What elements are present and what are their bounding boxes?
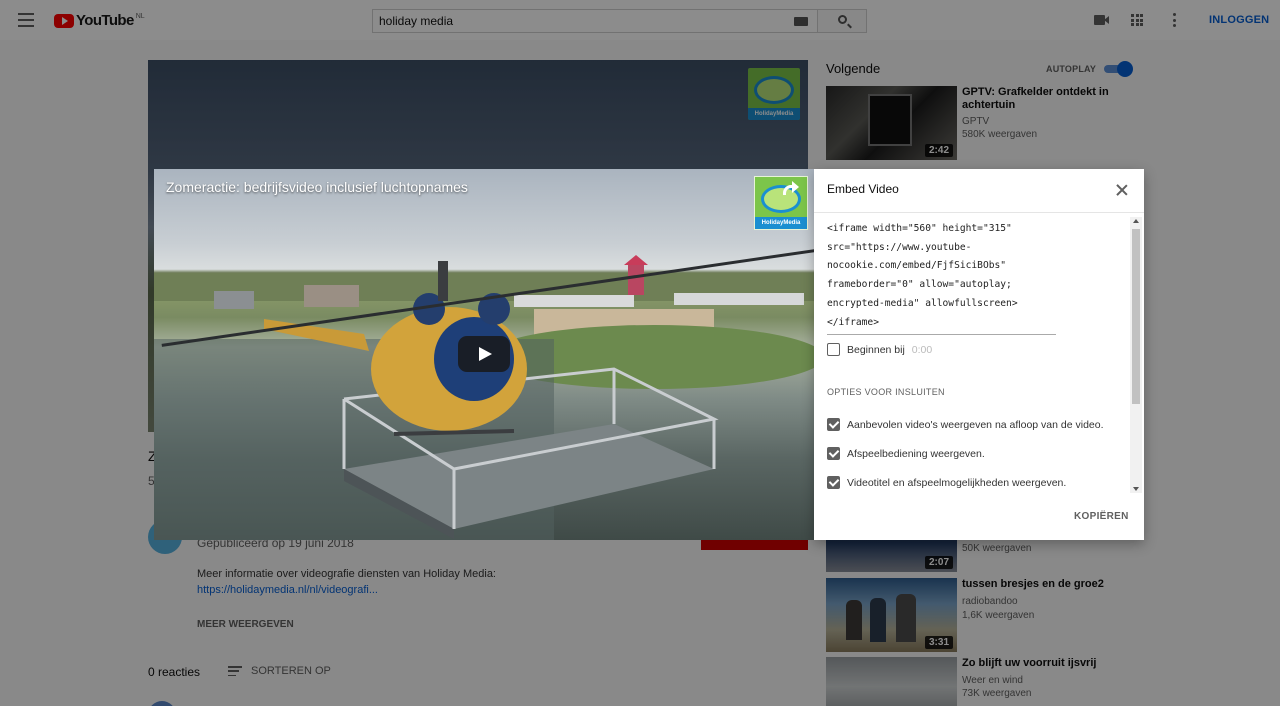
video-title-checkbox[interactable]: [827, 476, 840, 489]
embed-code-textarea[interactable]: <iframe width="560" height="315" src="ht…: [827, 220, 1056, 336]
start-at-time-input[interactable]: 0:00: [912, 344, 932, 356]
dialog-scrollbar[interactable]: [1130, 217, 1142, 493]
start-at-label: Beginnen bij: [847, 343, 905, 356]
start-at-checkbox[interactable]: [827, 343, 840, 356]
holiday-media-watermark-logo: HolidayMedia: [754, 176, 808, 230]
embed-option-video-title[interactable]: Videotitel en afspeelmogelijkheden weerg…: [827, 476, 1066, 489]
scrollbar-thumb[interactable]: [1132, 229, 1140, 404]
close-icon[interactable]: [1116, 184, 1128, 196]
dialog-title: Embed Video: [827, 182, 899, 196]
embed-option-player-controls[interactable]: Afspeelbediening weergeven.: [827, 447, 985, 460]
suggested-videos-checkbox[interactable]: [827, 418, 840, 431]
scroll-up-arrow-icon[interactable]: [1133, 219, 1139, 223]
start-at-option[interactable]: Beginnen bij 0:00: [827, 343, 932, 356]
embed-option-suggested-videos[interactable]: Aanbevolen video's weergeven na afloop v…: [827, 418, 1104, 431]
preview-video-title[interactable]: Zomeractie: bedrijfsvideo inclusief luch…: [166, 179, 468, 195]
option-label: Aanbevolen video's weergeven na afloop v…: [847, 418, 1104, 431]
option-label: Videotitel en afspeelmogelijkheden weerg…: [847, 476, 1067, 489]
dialog-body: <iframe width="560" height="315" src="ht…: [814, 213, 1144, 495]
embed-video-dialog: Embed Video <iframe width="560" height="…: [814, 169, 1144, 540]
option-label: Afspeelbediening weergeven.: [847, 447, 985, 460]
player-controls-checkbox[interactable]: [827, 447, 840, 460]
scroll-down-arrow-icon[interactable]: [1133, 487, 1139, 491]
embed-video-preview[interactable]: Zomeractie: bedrijfsvideo inclusief luch…: [154, 169, 814, 540]
share-icon[interactable]: [783, 180, 799, 195]
copy-button[interactable]: KOPIËREN: [1074, 511, 1129, 522]
play-button[interactable]: [458, 336, 510, 372]
embed-options-heading: OPTIES VOOR INSLUITEN: [827, 387, 945, 397]
